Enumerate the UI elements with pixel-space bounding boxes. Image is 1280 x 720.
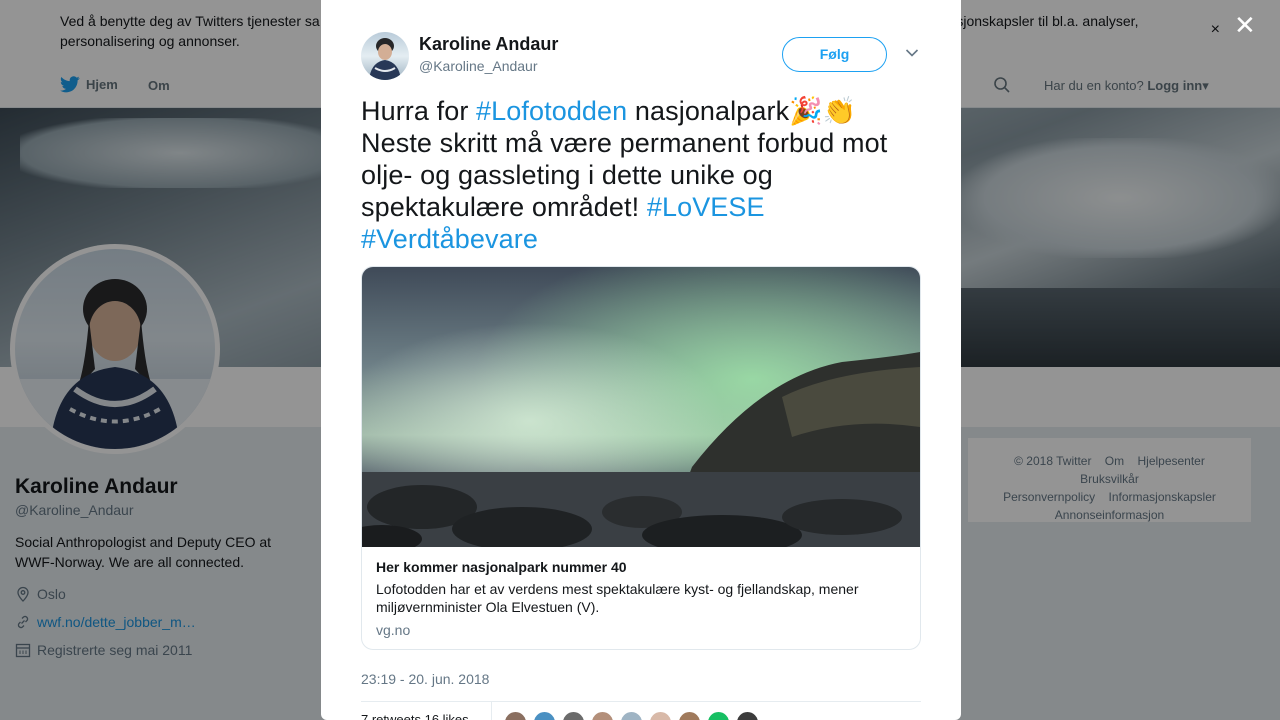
tweet-author-name[interactable]: Karoline Andaur bbox=[419, 34, 558, 55]
liker-avatar[interactable] bbox=[678, 711, 701, 720]
liker-avatar[interactable] bbox=[620, 711, 643, 720]
liker-avatar[interactable] bbox=[533, 711, 556, 720]
liker-avatar[interactable] bbox=[649, 711, 672, 720]
liker-avatar[interactable] bbox=[736, 711, 759, 720]
card-image-aurora bbox=[362, 267, 920, 547]
tweet-stats[interactable]: 7 retweets 16 likes bbox=[361, 712, 469, 720]
card-domain: vg.no bbox=[376, 622, 411, 638]
hashtag-lofotodden[interactable]: #Lofotodden bbox=[476, 96, 627, 126]
liker-avatar[interactable] bbox=[562, 711, 585, 720]
hashtag-verdtabevare[interactable]: #Verdtåbevare bbox=[361, 224, 538, 254]
card-title: Her kommer nasjonalpark nummer 40 bbox=[376, 559, 627, 575]
card-description: Lofotodden har et av verdens mest spekta… bbox=[376, 581, 859, 615]
liker-avatars bbox=[504, 711, 759, 720]
liker-avatar[interactable] bbox=[591, 711, 614, 720]
divider bbox=[491, 702, 492, 720]
tweet-text-part1: Hurra for bbox=[361, 96, 477, 126]
liker-avatar[interactable] bbox=[504, 711, 527, 720]
hashtag-lovese[interactable]: #LoVESE bbox=[647, 192, 765, 222]
tweet-author-avatar[interactable] bbox=[361, 32, 409, 80]
liker-avatar[interactable] bbox=[707, 711, 730, 720]
divider bbox=[361, 701, 921, 702]
tweet-timestamp[interactable]: 23:19 - 20. jun. 2018 bbox=[361, 671, 489, 687]
link-preview-card[interactable]: Her kommer nasjonalpark nummer 40 Lofoto… bbox=[361, 266, 921, 650]
tweet-author-handle[interactable]: @Karoline_Andaur bbox=[419, 58, 538, 74]
tweet-text: Hurra for #Lofotodden nasjonalpark🎉👏 Nes… bbox=[361, 95, 921, 255]
tweet-modal: Karoline Andaur @Karoline_Andaur Følg Hu… bbox=[321, 0, 961, 720]
tweet-author-photo bbox=[369, 38, 401, 80]
close-icon[interactable]: ✕ bbox=[1234, 12, 1256, 38]
chevron-down-icon[interactable] bbox=[905, 48, 919, 58]
follow-button[interactable]: Følg bbox=[782, 37, 887, 72]
